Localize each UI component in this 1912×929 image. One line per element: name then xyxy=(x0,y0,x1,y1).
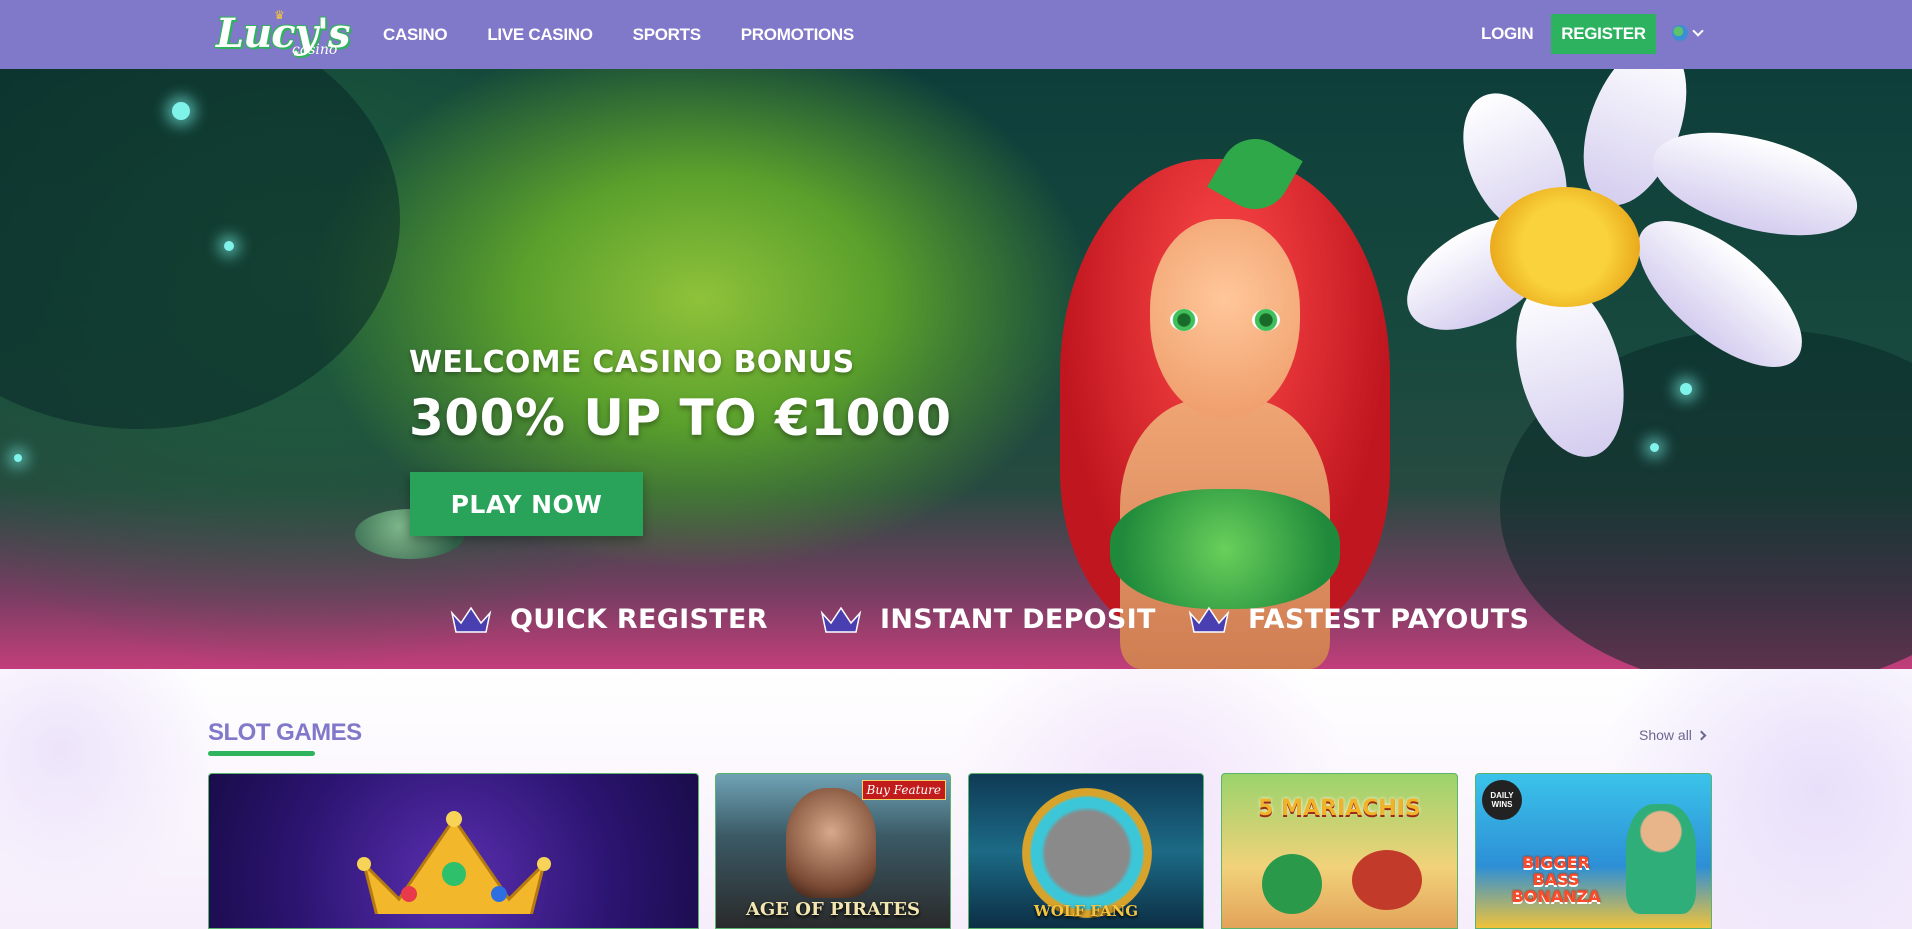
crown-icon xyxy=(450,606,492,633)
hero-subtitle: WELCOME CASINO BONUS xyxy=(409,345,855,380)
character-leaf-top xyxy=(1110,489,1340,609)
crown-icon xyxy=(820,606,862,633)
game-art xyxy=(1626,804,1696,914)
game-tile-5-mariachis[interactable]: 5 MARIACHIS xyxy=(1221,773,1458,929)
feature-fastest-payouts: FASTEST PAYOUTS xyxy=(1188,604,1529,635)
nav-sports[interactable]: SPORTS xyxy=(633,25,701,45)
game-title: BIGGER BASS BONANZA xyxy=(1511,853,1601,906)
heading-underline xyxy=(208,751,315,756)
game-art xyxy=(786,788,876,898)
firefly-glow xyxy=(14,454,22,462)
globe-icon xyxy=(1672,25,1688,41)
game-title: 5 MARIACHIS xyxy=(1258,796,1421,821)
chevron-right-icon xyxy=(1696,730,1707,740)
main-nav: CASINO LIVE CASINO SPORTS PROMOTIONS xyxy=(383,0,894,69)
background-leaf xyxy=(0,69,400,429)
game-title: AGE OF PIRATES xyxy=(745,899,921,920)
feature-quick-register: QUICK REGISTER xyxy=(450,604,768,635)
feature-label: INSTANT DEPOSIT xyxy=(880,604,1156,635)
game-tile-featured[interactable] xyxy=(208,773,699,929)
wolf-medallion xyxy=(1022,788,1152,918)
nav-promotions[interactable]: PROMOTIONS xyxy=(741,25,854,45)
slot-games-heading: SLOT GAMES xyxy=(208,719,362,746)
game-tile-wolf-fang[interactable]: WOLF FANG xyxy=(968,773,1204,929)
nav-live-casino[interactable]: LIVE CASINO xyxy=(487,25,593,45)
game-art xyxy=(1262,854,1322,914)
buy-feature-badge: Buy Feature xyxy=(861,780,946,800)
daily-wins-badge: DAILY WINS xyxy=(1482,780,1522,820)
hero-banner: WELCOME CASINO BONUS 300% UP TO €1000 PL… xyxy=(0,69,1912,669)
character-eye xyxy=(1252,309,1280,331)
flower-center xyxy=(1490,187,1640,307)
show-all-label: Show all xyxy=(1639,727,1692,743)
login-link[interactable]: LOGIN xyxy=(1481,24,1534,44)
game-art xyxy=(1352,850,1422,910)
character-eye xyxy=(1170,309,1198,331)
firefly-glow xyxy=(1680,383,1692,395)
feature-label: FASTEST PAYOUTS xyxy=(1248,604,1530,635)
play-now-button[interactable]: PLAY NOW xyxy=(410,472,643,536)
firefly-glow xyxy=(224,241,234,251)
firefly-glow xyxy=(172,102,190,120)
game-tile-age-of-pirates[interactable]: Buy Feature AGE OF PIRATES xyxy=(715,773,951,929)
language-selector[interactable] xyxy=(1672,24,1704,41)
feature-label: QUICK REGISTER xyxy=(510,604,768,635)
crown-icon xyxy=(1188,606,1230,633)
lucys-casino-logo[interactable]: ♛ Lucy's casino xyxy=(212,4,351,64)
firefly-glow xyxy=(1650,443,1659,452)
show-all-link[interactable]: Show all xyxy=(1639,727,1707,743)
top-navigation-bar: ♛ Lucy's casino CASINO LIVE CASINO SPORT… xyxy=(0,0,1912,69)
crown-icon xyxy=(357,811,551,914)
game-title: WOLF FANG xyxy=(1033,902,1139,920)
hero-title: 300% UP TO €1000 xyxy=(409,389,952,447)
logo-subtext: casino xyxy=(292,42,338,58)
game-tile-bigger-bass-bonanza[interactable]: DAILY WINS BIGGER BASS BONANZA xyxy=(1475,773,1712,929)
nav-casino[interactable]: CASINO xyxy=(383,25,448,45)
feature-instant-deposit: INSTANT DEPOSIT xyxy=(820,604,1156,635)
register-button[interactable]: REGISTER xyxy=(1551,14,1656,54)
chevron-down-icon xyxy=(1692,24,1704,37)
